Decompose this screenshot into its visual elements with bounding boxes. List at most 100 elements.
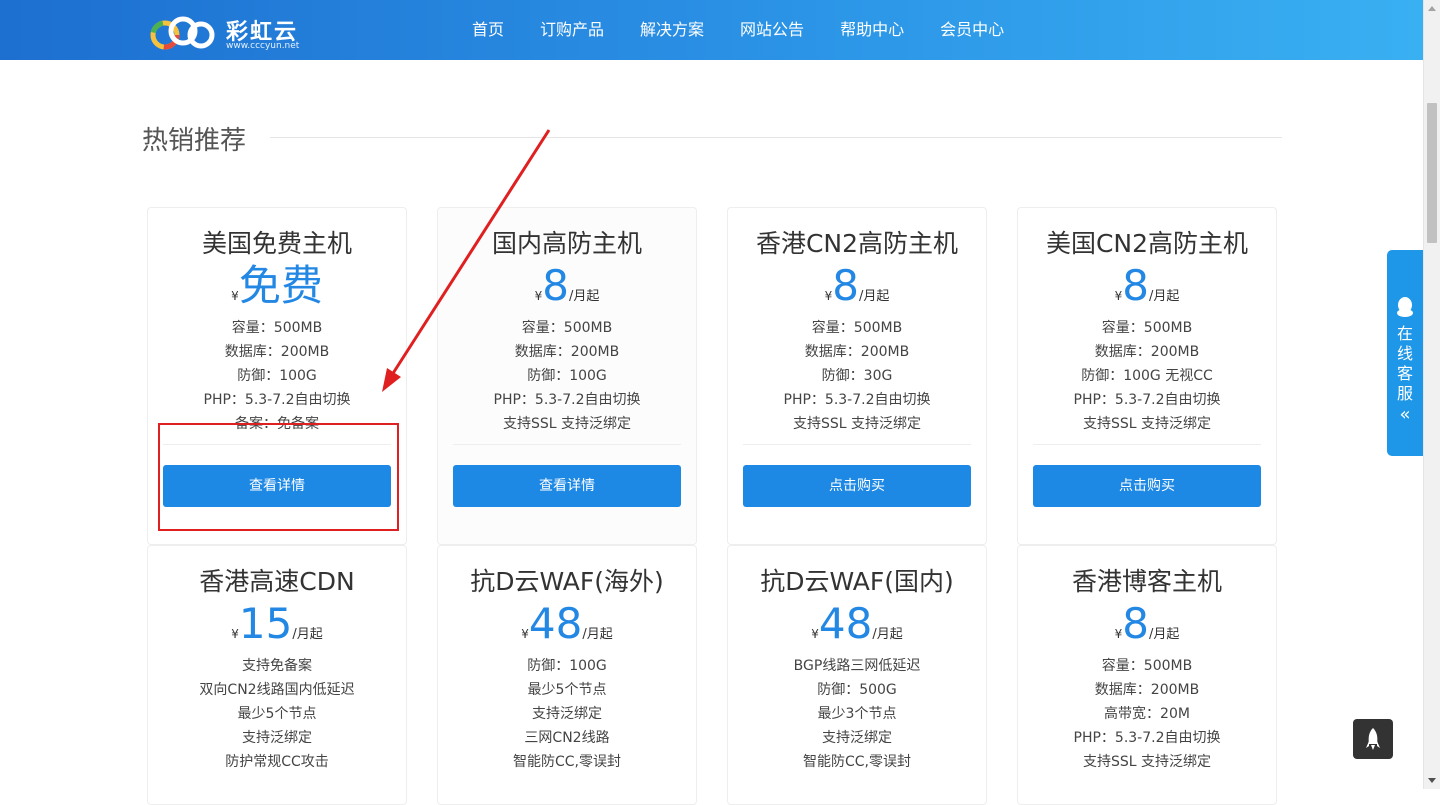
feature-item: 支持泛绑定 <box>532 706 602 722</box>
price-unit: /月起 <box>292 627 323 642</box>
product-card: 香港高速CDN ¥15/月起 支持免备案 双向CN2线路国内低延迟 最少5个节点… <box>147 545 407 805</box>
feature-item: 最少5个节点 <box>527 682 607 698</box>
nav-announcements[interactable]: 网站公告 <box>740 0 804 60</box>
feature-item: 防御：100G <box>527 368 607 384</box>
feature-item: 最少5个节点 <box>237 706 317 722</box>
feature-item: 数据库：200MB <box>804 344 910 360</box>
product-card: 抗D云WAF(国内) ¥48/月起 BGP线路三网低延迟 防御：500G 最少3… <box>727 545 987 805</box>
view-details-button[interactable]: 查看详情 <box>453 465 681 507</box>
feature-item: 防护常规CC攻击 <box>225 754 329 770</box>
product-title: 香港CN2高防主机 <box>755 229 959 258</box>
product-title: 香港博客主机 <box>1071 567 1222 596</box>
feature-item: 防御：30G <box>821 368 893 384</box>
feature-item: 支持SSL 支持泛绑定 <box>1082 754 1212 770</box>
feature-item: PHP：5.3-7.2自由切换 <box>203 392 351 408</box>
feature-item: 支持泛绑定 <box>822 730 892 746</box>
product-card: 抗D云WAF(海外) ¥48/月起 防御：100G 最少5个节点 支持泛绑定 三… <box>437 545 697 805</box>
feature-item: 最少3个节点 <box>817 706 897 722</box>
product-features: BGP线路三网低延迟 防御：500G 最少3个节点 支持泛绑定 智能防CC,零误… <box>728 654 986 774</box>
feature-item: 数据库：200MB <box>514 344 620 360</box>
product-price: ¥免费 <box>148 262 406 310</box>
product-title: 国内高防主机 <box>491 229 642 258</box>
feature-item: 防御：500G <box>817 682 897 698</box>
nav-home[interactable]: 首页 <box>472 0 504 60</box>
card-divider <box>1033 444 1261 445</box>
product-title: 抗D云WAF(海外) <box>470 567 664 596</box>
feature-item: 数据库：200MB <box>1094 682 1200 698</box>
chevron-double-left-icon: « <box>1399 404 1411 425</box>
logo-url: www.cccyun.net <box>226 41 300 51</box>
product-price: ¥8/月起 <box>1018 262 1276 310</box>
product-card: 美国CN2高防主机 ¥8/月起 容量：500MB 数据库：200MB 防御：10… <box>1017 207 1277 545</box>
product-features: 容量：500MB 数据库：200MB 防御：30G PHP：5.3-7.2自由切… <box>728 316 986 436</box>
feature-item: 防御：100G <box>237 368 317 384</box>
product-price: ¥8/月起 <box>1018 600 1276 648</box>
price-amount: 8 <box>542 261 569 310</box>
feature-item: 双向CN2线路国内低延迟 <box>199 682 355 698</box>
feature-item: 数据库：200MB <box>1094 344 1200 360</box>
product-features: 容量：500MB 数据库：200MB 防御：100G PHP：5.3-7.2自由… <box>148 316 406 436</box>
product-price: ¥8/月起 <box>728 262 986 310</box>
feature-item: 支持SSL 支持泛绑定 <box>502 416 632 432</box>
feature-item: 高带宽：20M <box>1104 706 1190 722</box>
feature-item: PHP：5.3-7.2自由切换 <box>1073 730 1221 746</box>
product-features: 支持免备案 双向CN2线路国内低延迟 最少5个节点 支持泛绑定 防护常规CC攻击 <box>148 654 406 774</box>
main-nav: 首页 订购产品 解决方案 网站公告 帮助中心 会员中心 <box>472 0 1040 60</box>
product-features: 防御：100G 最少5个节点 支持泛绑定 三网CN2线路 智能防CC,零误封 <box>438 654 696 774</box>
product-price: ¥15/月起 <box>148 600 406 648</box>
site-logo[interactable]: 彩虹云 www.cccyun.net <box>150 12 310 54</box>
section-divider <box>270 137 1282 138</box>
buy-now-button[interactable]: 点击购买 <box>743 465 971 507</box>
scrollbar-thumb[interactable] <box>1427 103 1437 243</box>
feature-item: PHP：5.3-7.2自由切换 <box>783 392 931 408</box>
qq-penguin-icon <box>1397 297 1413 317</box>
card-divider <box>743 444 971 445</box>
price-amount: 8 <box>1122 599 1149 648</box>
cloud-logo-icon <box>150 16 215 50</box>
nav-member-center[interactable]: 会员中心 <box>940 0 1004 60</box>
feature-item: 智能防CC,零误封 <box>512 754 621 770</box>
product-features: 容量：500MB 数据库：200MB 防御：100G PHP：5.3-7.2自由… <box>438 316 696 436</box>
product-title: 抗D云WAF(国内) <box>760 567 954 596</box>
price-unit: /月起 <box>872 627 903 642</box>
price-currency: ¥ <box>231 289 239 303</box>
feature-item: 防御：100G <box>527 658 607 674</box>
feature-item: 支持SSL 支持泛绑定 <box>792 416 922 432</box>
product-card: 香港博客主机 ¥8/月起 容量：500MB 数据库：200MB 高带宽：20M … <box>1017 545 1277 805</box>
feature-item: 容量：500MB <box>1101 658 1193 674</box>
scroll-up-arrow-icon[interactable] <box>1428 6 1436 11</box>
buy-now-button[interactable]: 点击购买 <box>1033 465 1261 507</box>
feature-item: 防御：100G 无视CC <box>1081 368 1213 384</box>
product-title: 美国免费主机 <box>201 229 352 258</box>
price-amount: 8 <box>832 261 859 310</box>
feature-item: 智能防CC,零误封 <box>802 754 911 770</box>
feature-item: PHP：5.3-7.2自由切换 <box>493 392 641 408</box>
scroll-down-arrow-icon[interactable] <box>1428 778 1436 783</box>
price-currency: ¥ <box>811 627 819 641</box>
price-amount: 48 <box>528 599 583 648</box>
nav-solutions[interactable]: 解决方案 <box>640 0 704 60</box>
price-unit: /月起 <box>582 627 613 642</box>
price-currency: ¥ <box>231 627 239 641</box>
price-amount: 8 <box>1122 261 1149 310</box>
product-card: 国内高防主机 ¥8/月起 容量：500MB 数据库：200MB 防御：100G … <box>437 207 697 545</box>
online-service-widget[interactable]: 在线客服 « <box>1387 250 1423 456</box>
feature-item: BGP线路三网低延迟 <box>793 658 921 674</box>
nav-help-center[interactable]: 帮助中心 <box>840 0 904 60</box>
price-unit: /月起 <box>568 289 600 304</box>
page-scrollbar[interactable] <box>1423 0 1440 789</box>
back-to-top-button[interactable] <box>1353 719 1393 759</box>
feature-item: PHP：5.3-7.2自由切换 <box>1073 392 1221 408</box>
product-card: 香港CN2高防主机 ¥8/月起 容量：500MB 数据库：200MB 防御：30… <box>727 207 987 545</box>
feature-item: 容量：500MB <box>1101 320 1193 336</box>
price-amount: 48 <box>818 599 873 648</box>
price-amount: 15 <box>238 599 293 648</box>
feature-item: 三网CN2线路 <box>524 730 610 746</box>
product-title: 香港高速CDN <box>199 567 355 596</box>
site-header: 彩虹云 www.cccyun.net 首页 订购产品 解决方案 网站公告 帮助中… <box>0 0 1423 60</box>
price-unit: /月起 <box>858 289 890 304</box>
product-title: 美国CN2高防主机 <box>1045 229 1249 258</box>
nav-order-products[interactable]: 订购产品 <box>540 0 604 60</box>
feature-item: 数据库：200MB <box>224 344 330 360</box>
online-service-label: 在线客服 <box>1387 324 1423 404</box>
